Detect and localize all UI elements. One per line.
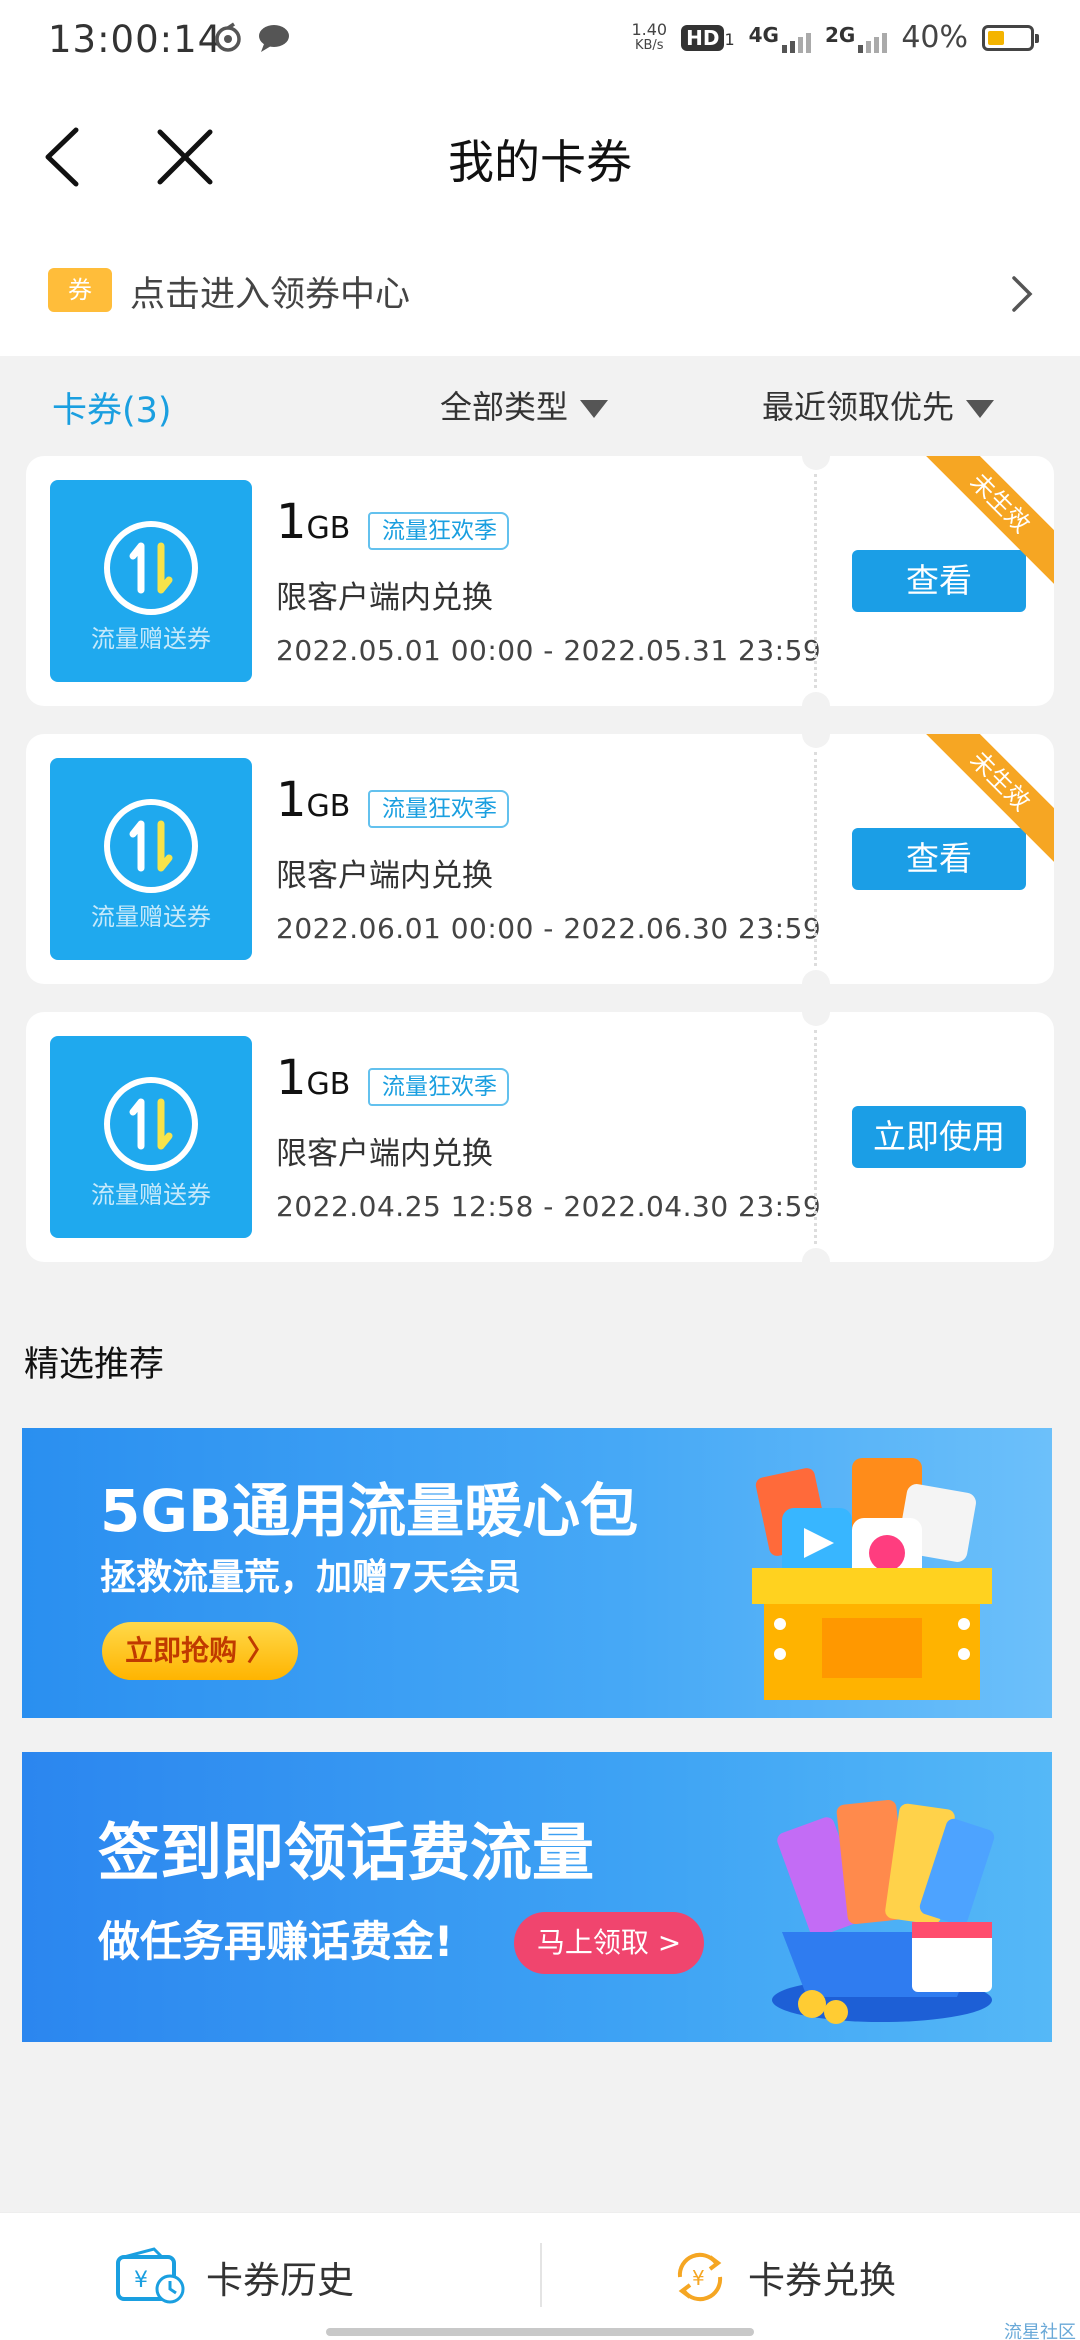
coupon-tag: 流量狂欢季 (368, 790, 509, 828)
battery-percent: 40% (901, 20, 968, 55)
claim-now-button[interactable]: 马上领取 > (514, 1912, 704, 1974)
coupon-center-link[interactable]: 券 点击进入领券中心 (0, 232, 1080, 356)
coupon-amount: 1GB (276, 494, 351, 550)
coupon-tag: 流量狂欢季 (368, 1068, 509, 1106)
bottom-bar: ¥ 卡券历史 ¥ 卡券兑换 (0, 2212, 1080, 2340)
data-transfer-icon: 流量赠送券 (50, 480, 252, 682)
swirl-icon (215, 22, 241, 52)
exchange-yen-icon: ¥ (677, 2252, 723, 2302)
gift-basket-icon (772, 1799, 995, 2024)
coupon-card[interactable]: 流量赠送券 1GB 流量狂欢季 限客户端内兑换 2022.06.01 00:00… (26, 734, 1054, 984)
coupon-amount: 1GB (276, 772, 351, 828)
use-now-button[interactable]: 立即使用 (852, 1106, 1026, 1168)
message-icon (259, 25, 289, 52)
coupon-tag: 流量狂欢季 (368, 512, 509, 550)
coupon-center-label: 点击进入领券中心 (130, 275, 411, 315)
data-transfer-icon: 流量赠送券 (50, 1036, 252, 1238)
status-indicators: 1.40 KB/s HD 1 4G 2G 40% (631, 19, 1039, 55)
network-speed: 1.40 KB/s (631, 19, 668, 53)
promo-banner-checkin[interactable]: 签到即领话费流量 做任务再赚话费金! 马上领取 > (22, 1752, 1052, 2042)
watermark: 流星社区 (1004, 2322, 1076, 2340)
status-time: 13:00:14 (48, 18, 223, 61)
coupon-badge-icon: 券 (48, 268, 112, 312)
chevron-right-icon (1012, 276, 1033, 312)
data-transfer-icon: 流量赠送券 (50, 758, 252, 960)
promo-banner-data-pack[interactable]: 5GB通用流量暖心包 拯救流量荒，加赠7天会员 立即抢购 〉 (22, 1428, 1052, 1718)
coupon-card[interactable]: 流量赠送券 1GB 流量狂欢季 限客户端内兑换 2022.04.25 12:58… (26, 1012, 1054, 1262)
coupon-desc: 限客户端内兑换 (276, 858, 493, 894)
coupon-history-label: 卡券历史 (206, 2259, 354, 2302)
wallet-clock-icon: ¥ (116, 2247, 185, 2304)
signal-4g-icon: 4G (749, 23, 811, 53)
coupon-validity: 2022.05.01 00:00 - 2022.05.31 23:59 (276, 634, 822, 667)
sort-dropdown[interactable]: 最近领取优先 (762, 382, 995, 428)
treasure-chest-icon (752, 1458, 992, 1700)
type-filter-dropdown[interactable]: 全部类型 (440, 382, 609, 428)
coupon-exchange-label: 卡券兑换 (748, 2259, 896, 2302)
dropdown-triangle-icon (966, 400, 995, 418)
coupon-desc: 限客户端内兑换 (276, 1136, 493, 1172)
banner-title: 5GB通用流量暖心包 (100, 1477, 639, 1545)
coupon-desc: 限客户端内兑换 (276, 580, 493, 616)
buy-now-button[interactable]: 立即抢购 〉 (102, 1622, 298, 1680)
battery-icon (982, 24, 1039, 51)
hd-icon: HD 1 (681, 24, 735, 51)
coupon-history-button[interactable]: ¥ 卡券历史 (114, 2213, 354, 2340)
coupon-amount: 1GB (276, 1050, 351, 1106)
banner-title: 签到即领话费流量 (98, 1816, 595, 1889)
view-button[interactable]: 查看 (852, 550, 1026, 612)
signal-2g-icon: 2G (825, 23, 888, 53)
recommend-section-title: 精选推荐 (24, 1345, 165, 1385)
banner-subtitle: 拯救流量荒，加赠7天会员 (100, 1557, 522, 1598)
view-button[interactable]: 查看 (852, 828, 1026, 890)
dropdown-triangle-icon (580, 400, 609, 418)
banner-subtitle: 做任务再赚话费金! (98, 1917, 454, 1966)
home-indicator[interactable] (326, 2328, 754, 2336)
coupon-validity: 2022.04.25 12:58 - 2022.04.30 23:59 (276, 1190, 822, 1223)
filter-row: 卡券(3) 全部类型 最近领取优先 (0, 360, 1080, 450)
page-title: 我的卡券 (448, 135, 632, 189)
svg-text:¥: ¥ (692, 2266, 705, 2290)
coupon-exchange-button[interactable]: ¥ 卡券兑换 (670, 2213, 896, 2340)
coupon-count-tab[interactable]: 卡券(3) (52, 382, 172, 433)
status-bar: 13:00:14 1.40 KB/s HD 1 4G 2G 40% (0, 0, 1080, 82)
coupon-card[interactable]: 流量赠送券 1GB 流量狂欢季 限客户端内兑换 2022.05.01 00:00… (26, 456, 1054, 706)
coupon-validity: 2022.06.01 00:00 - 2022.06.30 23:59 (276, 912, 822, 945)
svg-text:¥: ¥ (134, 2268, 148, 2293)
page-header: 我的卡券 (0, 82, 1080, 232)
